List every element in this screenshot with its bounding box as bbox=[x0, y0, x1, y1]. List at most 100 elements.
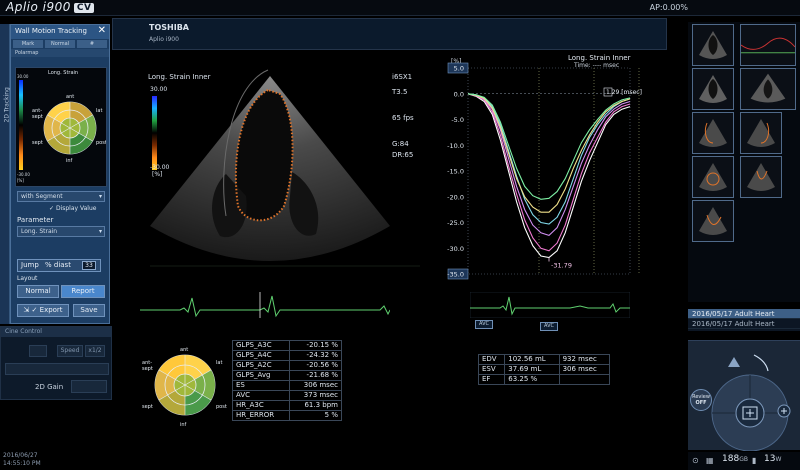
2d-gain-control[interactable] bbox=[71, 380, 107, 393]
thumbnail-9[interactable] bbox=[692, 200, 734, 242]
probe-label: i6SX1 bbox=[392, 73, 413, 81]
export-icon: ⇲ ✓ bbox=[23, 306, 38, 314]
speed-value[interactable]: x1/2 bbox=[85, 345, 105, 357]
thumbnail-1[interactable] bbox=[692, 24, 734, 66]
left-footer: 2016/06/27 14:55:10 PM bbox=[0, 452, 150, 470]
glps-row: GLPS_A4C -24.32 % bbox=[232, 350, 343, 361]
min-label: -31.79 bbox=[551, 261, 572, 269]
thumbnail-4[interactable] bbox=[740, 68, 796, 110]
date-label: 2016/06/27 bbox=[3, 452, 38, 459]
thumbnail-6[interactable] bbox=[740, 112, 782, 154]
svg-text:lat: lat bbox=[96, 108, 102, 114]
segment-select[interactable]: with Segment ▾ bbox=[17, 191, 105, 202]
volume-row: EF 63.25 % bbox=[477, 374, 611, 385]
volume-cell: 37.69 mL bbox=[504, 364, 560, 375]
cine-slider[interactable] bbox=[5, 363, 109, 375]
tab-extra[interactable]: # bbox=[77, 40, 107, 48]
volume-cell: 63.25 % bbox=[504, 374, 560, 385]
top-bar: Aplio i900 CV AP:0.00% bbox=[0, 0, 800, 16]
wall-motion-tracking-panel: Wall Motion Tracking ✕ Mark Normal # Pol… bbox=[10, 24, 110, 324]
ecg-trace-image bbox=[140, 292, 390, 318]
volume-cell: ESV bbox=[477, 364, 506, 375]
glps-value: 5 % bbox=[288, 410, 343, 421]
export-button[interactable]: ⇲ ✓ Export bbox=[17, 304, 69, 317]
panel-tabs: Mark Normal # bbox=[11, 39, 109, 49]
jump-value-input[interactable]: 33 bbox=[82, 261, 96, 270]
strain-series-line bbox=[467, 93, 631, 259]
vendor-label: TOSHIBA bbox=[149, 23, 189, 32]
panel-title: Wall Motion Tracking ✕ bbox=[11, 25, 109, 39]
disk-value: 188GB bbox=[722, 454, 748, 464]
save-button[interactable]: Save bbox=[73, 304, 105, 317]
polarmap-bullseye: ant ant- sept lat sept post inf bbox=[32, 94, 106, 164]
polarmap-view: Long. Strain 30.00 -30.00 [%] ant ant- s… bbox=[15, 67, 107, 187]
volume-cell: 306 msec bbox=[558, 364, 611, 375]
volume-cell: 102.56 mL bbox=[504, 354, 560, 365]
close-icon[interactable]: ✕ bbox=[98, 25, 106, 36]
volume-cell bbox=[558, 374, 611, 385]
polarmap-colorbar bbox=[19, 80, 23, 170]
thumbnail-5[interactable] bbox=[692, 112, 734, 154]
tab-normal[interactable]: Normal bbox=[45, 40, 75, 48]
thumbnail-3[interactable] bbox=[692, 68, 734, 110]
chevron-down-icon: ▾ bbox=[98, 228, 102, 235]
svg-text:sept: sept bbox=[32, 140, 43, 146]
review-button[interactable]: Review OFF bbox=[690, 389, 712, 411]
acoustic-power: AP:0.00% bbox=[649, 3, 688, 12]
glps-row: ES 306 msec bbox=[232, 380, 343, 391]
exam-item[interactable]: 2016/05/17 Adult Heart bbox=[688, 309, 800, 319]
glps-key: AVC bbox=[232, 390, 290, 401]
glps-row: GLPS_A2C -20.56 % bbox=[232, 360, 343, 371]
parameter-select[interactable]: Long. Strain ▾ bbox=[17, 226, 105, 237]
ytick-label: 0.0 bbox=[454, 90, 464, 98]
glps-key: GLPS_A2C bbox=[232, 360, 290, 371]
layout-report-button[interactable]: Report bbox=[61, 285, 105, 298]
cine-button-1[interactable] bbox=[29, 345, 47, 357]
exam-item[interactable]: 2016/05/17 Adult Heart bbox=[688, 319, 800, 329]
gain-label: G:84 bbox=[392, 140, 409, 148]
svg-text:ant: ant bbox=[180, 347, 188, 353]
ytick-label: -5.0 bbox=[451, 116, 464, 124]
report-bullseye: ant ant- sept lat sept post inf bbox=[142, 347, 227, 428]
ytick-label: 5.0 bbox=[454, 65, 464, 73]
glps-value: 306 msec bbox=[288, 380, 343, 391]
thumbnail-7[interactable] bbox=[692, 156, 734, 198]
glps-key: ES bbox=[232, 380, 290, 391]
exam-list: 2016/05/17 Adult Heart 2016/05/17 Adult … bbox=[688, 309, 800, 331]
us-scale-bottom: -30.00 bbox=[150, 164, 170, 171]
right-footer: ⊙ ▦ 188GB ▮ 13W bbox=[688, 452, 800, 470]
ultrasound-colorbar bbox=[152, 96, 157, 170]
tab-mark[interactable]: Mark bbox=[13, 40, 43, 48]
side-tab-2d-tracking[interactable]: 2D Tracking bbox=[0, 24, 11, 324]
time-label: 14:55:10 PM bbox=[3, 460, 41, 467]
svg-text:inf: inf bbox=[66, 158, 73, 164]
volume-row: EDV 102.56 mL 932 msec bbox=[477, 354, 611, 365]
control-panel: Review OFF bbox=[688, 340, 800, 451]
glps-row: AVC 373 msec bbox=[232, 390, 343, 401]
display-value-checkbox[interactable]: ✓ Display Value bbox=[49, 205, 96, 212]
seg-ant: ant bbox=[66, 94, 74, 100]
svg-text:post: post bbox=[96, 140, 106, 146]
cine-control-panel: Cine Control Speed x1/2 2D Gain bbox=[0, 326, 112, 400]
glps-row: HR_ERROR 5 % bbox=[232, 410, 343, 421]
volume-cell: EF bbox=[477, 374, 506, 385]
thumbnail-8[interactable] bbox=[740, 156, 782, 198]
chart-ecg-trace bbox=[470, 292, 630, 318]
glps-key: HR_A3C bbox=[232, 400, 290, 411]
cine-title: Cine Control bbox=[1, 327, 111, 337]
jump-control: Jump % diast 33 bbox=[17, 259, 101, 272]
thumbnail-2[interactable] bbox=[740, 24, 796, 66]
power-icon: ▮ bbox=[752, 456, 757, 465]
speed-label: Speed bbox=[57, 345, 83, 357]
chart-frame bbox=[467, 67, 631, 275]
layout-label: Layout bbox=[17, 275, 38, 282]
scale-unit: [%] bbox=[17, 178, 24, 183]
layout-normal-button[interactable]: Normal bbox=[17, 285, 59, 298]
svg-text:sept: sept bbox=[142, 366, 153, 372]
scale-max: 30.00 bbox=[17, 74, 29, 79]
glps-row: GLPS_Avg -21.68 % bbox=[232, 370, 343, 381]
avc-marker-1[interactable]: AVC bbox=[475, 320, 493, 329]
glps-row: GLPS_A3C -20.15 % bbox=[232, 340, 343, 351]
avc-marker-2[interactable]: AVC bbox=[540, 322, 558, 331]
scale-min: -30.00 bbox=[17, 172, 30, 177]
